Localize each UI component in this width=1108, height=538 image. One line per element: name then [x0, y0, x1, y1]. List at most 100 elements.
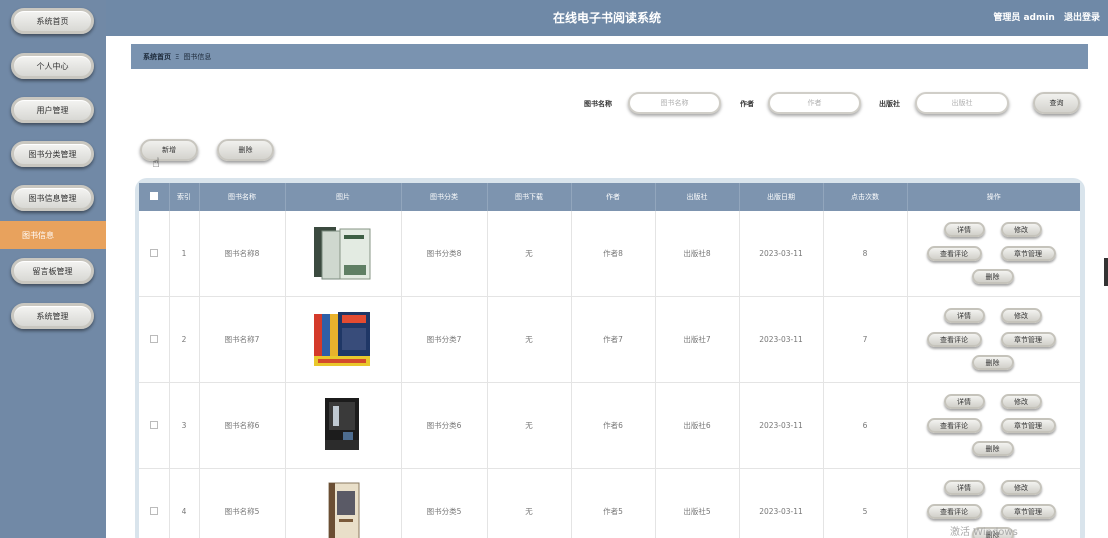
author-input[interactable]: [768, 92, 861, 114]
row-publish-date: 2023-03-11: [739, 296, 824, 383]
row-category: 图书分类7: [401, 296, 488, 383]
detail-button[interactable]: 详情: [943, 394, 985, 409]
row-book-name: 图书名称6: [199, 382, 286, 469]
view-comments-button[interactable]: 查看评论: [926, 332, 982, 347]
header-publish-date: 出版日期: [739, 183, 824, 211]
sidebar-item-category-management[interactable]: 图书分类管理: [11, 141, 94, 167]
book-table-container: 索引 图书名称 图片 图书分类 图书下载 作者 出版社 出版日期 点击次数 操作…: [135, 178, 1085, 538]
header-clicks: 点击次数: [823, 183, 908, 211]
book-table: 索引 图书名称 图片 图书分类 图书下载 作者 出版社 出版日期 点击次数 操作…: [139, 183, 1080, 538]
publisher-input[interactable]: [915, 92, 1009, 114]
row-checkbox[interactable]: [149, 248, 158, 257]
logout-link[interactable]: 退出登录: [1064, 13, 1100, 23]
view-comments-button[interactable]: 查看评论: [926, 418, 982, 433]
row-clicks: 7: [823, 296, 908, 383]
view-comments-button[interactable]: 查看评论: [926, 246, 982, 261]
app-title: 在线电子书阅读系统: [552, 11, 661, 25]
row-cover: [285, 296, 402, 383]
query-button[interactable]: 查询: [1033, 92, 1080, 114]
breadcrumb: 系统首页 Ξ 图书信息: [131, 44, 1088, 69]
publisher-label: 出版社: [879, 100, 900, 108]
row-checkbox[interactable]: [149, 334, 158, 343]
row-clicks: 6: [823, 382, 908, 469]
header-index: 索引: [169, 183, 200, 211]
row-publisher: 出版社5: [655, 468, 740, 538]
chapter-management-button[interactable]: 章节管理: [1000, 246, 1056, 261]
sidebar-item-home[interactable]: 系统首页: [11, 8, 94, 34]
row-author: 作者7: [571, 296, 656, 383]
row-author: 作者5: [571, 468, 656, 538]
sidebar-item-profile[interactable]: 个人中心: [11, 53, 94, 79]
row-checkbox[interactable]: [149, 506, 158, 515]
row-cover: [285, 468, 402, 538]
row-publish-date: 2023-03-11: [739, 211, 824, 297]
batch-delete-button[interactable]: 删除: [217, 139, 274, 161]
row-download: 无: [487, 468, 572, 538]
row-delete-button[interactable]: 删除: [971, 269, 1014, 284]
header-author: 作者: [571, 183, 656, 211]
user-area: 管理员 admin 退出登录: [987, 0, 1100, 36]
row-checkbox[interactable]: [149, 420, 158, 429]
row-index: 4: [169, 468, 200, 538]
detail-button[interactable]: 详情: [943, 222, 985, 237]
scroll-handle[interactable]: [1104, 258, 1108, 286]
edit-button[interactable]: 修改: [1000, 308, 1042, 323]
edit-button[interactable]: 修改: [1000, 480, 1042, 495]
book-cover-image: [314, 226, 371, 279]
add-button[interactable]: 新增: [140, 139, 198, 161]
sidebar-item-users[interactable]: 用户管理: [11, 97, 94, 123]
table-row: 4 图书名称5 图书分类5 无 作者5 出版社5 2023-03-11 5 详情…: [139, 468, 1080, 538]
row-actions: 详情 修改 查看评论 章节管理 删除: [907, 382, 1080, 469]
chapter-management-button[interactable]: 章节管理: [1000, 418, 1056, 433]
row-download: 无: [487, 296, 572, 383]
row-delete-button[interactable]: 删除: [971, 441, 1014, 456]
detail-button[interactable]: 详情: [943, 480, 985, 495]
header-publisher: 出版社: [655, 183, 740, 211]
header-category: 图书分类: [401, 183, 488, 211]
row-author: 作者6: [571, 382, 656, 469]
select-all-cell[interactable]: [139, 183, 170, 211]
row-publish-date: 2023-03-11: [739, 382, 824, 469]
row-cover: [285, 211, 402, 297]
row-index: 1: [169, 211, 200, 297]
view-comments-button[interactable]: 查看评论: [926, 504, 982, 519]
breadcrumb-home[interactable]: 系统首页: [143, 52, 171, 62]
header: 在线电子书阅读系统 管理员 admin 退出登录: [106, 0, 1108, 36]
row-book-name: 图书名称5: [199, 468, 286, 538]
header-actions: 操作: [986, 193, 1001, 201]
book-cover-image: [325, 397, 359, 450]
row-clicks: 8: [823, 211, 908, 297]
row-download: 无: [487, 382, 572, 469]
row-category: 图书分类8: [401, 211, 488, 297]
sidebar: 系统首页 个人中心 用户管理 图书分类管理 图书信息管理 图书信息 留言板管理 …: [0, 0, 106, 538]
edit-button[interactable]: 修改: [1000, 222, 1042, 237]
row-book-name: 图书名称8: [199, 211, 286, 297]
sidebar-item-messages[interactable]: 留言板管理: [11, 258, 94, 284]
row-publish-date: 2023-03-11: [739, 468, 824, 538]
row-actions: 详情 修改 查看评论 章节管理 删除: [907, 296, 1080, 383]
sidebar-item-system[interactable]: 系统管理: [11, 303, 94, 329]
breadcrumb-separator-icon: Ξ: [175, 52, 180, 61]
table-header-row: 索引 图书名称 图片 图书分类 图书下载 作者 出版社 出版日期 点击次数 操作: [139, 183, 1080, 211]
row-publisher: 出版社7: [655, 296, 740, 383]
admin-label: 管理员 admin: [993, 13, 1055, 23]
sidebar-item-book-management[interactable]: 图书信息管理: [11, 185, 94, 211]
select-all-checkbox[interactable]: [149, 192, 158, 200]
chapter-management-button[interactable]: 章节管理: [1000, 504, 1056, 519]
sidebar-item-book-info[interactable]: 图书信息: [0, 221, 106, 249]
detail-button[interactable]: 详情: [943, 308, 985, 323]
row-publisher: 出版社6: [655, 382, 740, 469]
row-book-name: 图书名称7: [199, 296, 286, 383]
book-name-label: 图书名称: [584, 100, 612, 108]
row-publisher: 出版社8: [655, 211, 740, 297]
header-image: 图片: [285, 183, 402, 211]
row-index: 3: [169, 382, 200, 469]
book-cover-image: [328, 482, 360, 538]
chapter-management-button[interactable]: 章节管理: [1000, 332, 1056, 347]
edit-button[interactable]: 修改: [1000, 394, 1042, 409]
row-actions: 详情 修改 查看评论 章节管理 删除: [907, 211, 1080, 297]
breadcrumb-current: 图书信息: [183, 52, 212, 61]
book-name-input[interactable]: [628, 92, 721, 114]
row-delete-button[interactable]: 删除: [971, 355, 1014, 370]
row-cover: [285, 382, 402, 469]
